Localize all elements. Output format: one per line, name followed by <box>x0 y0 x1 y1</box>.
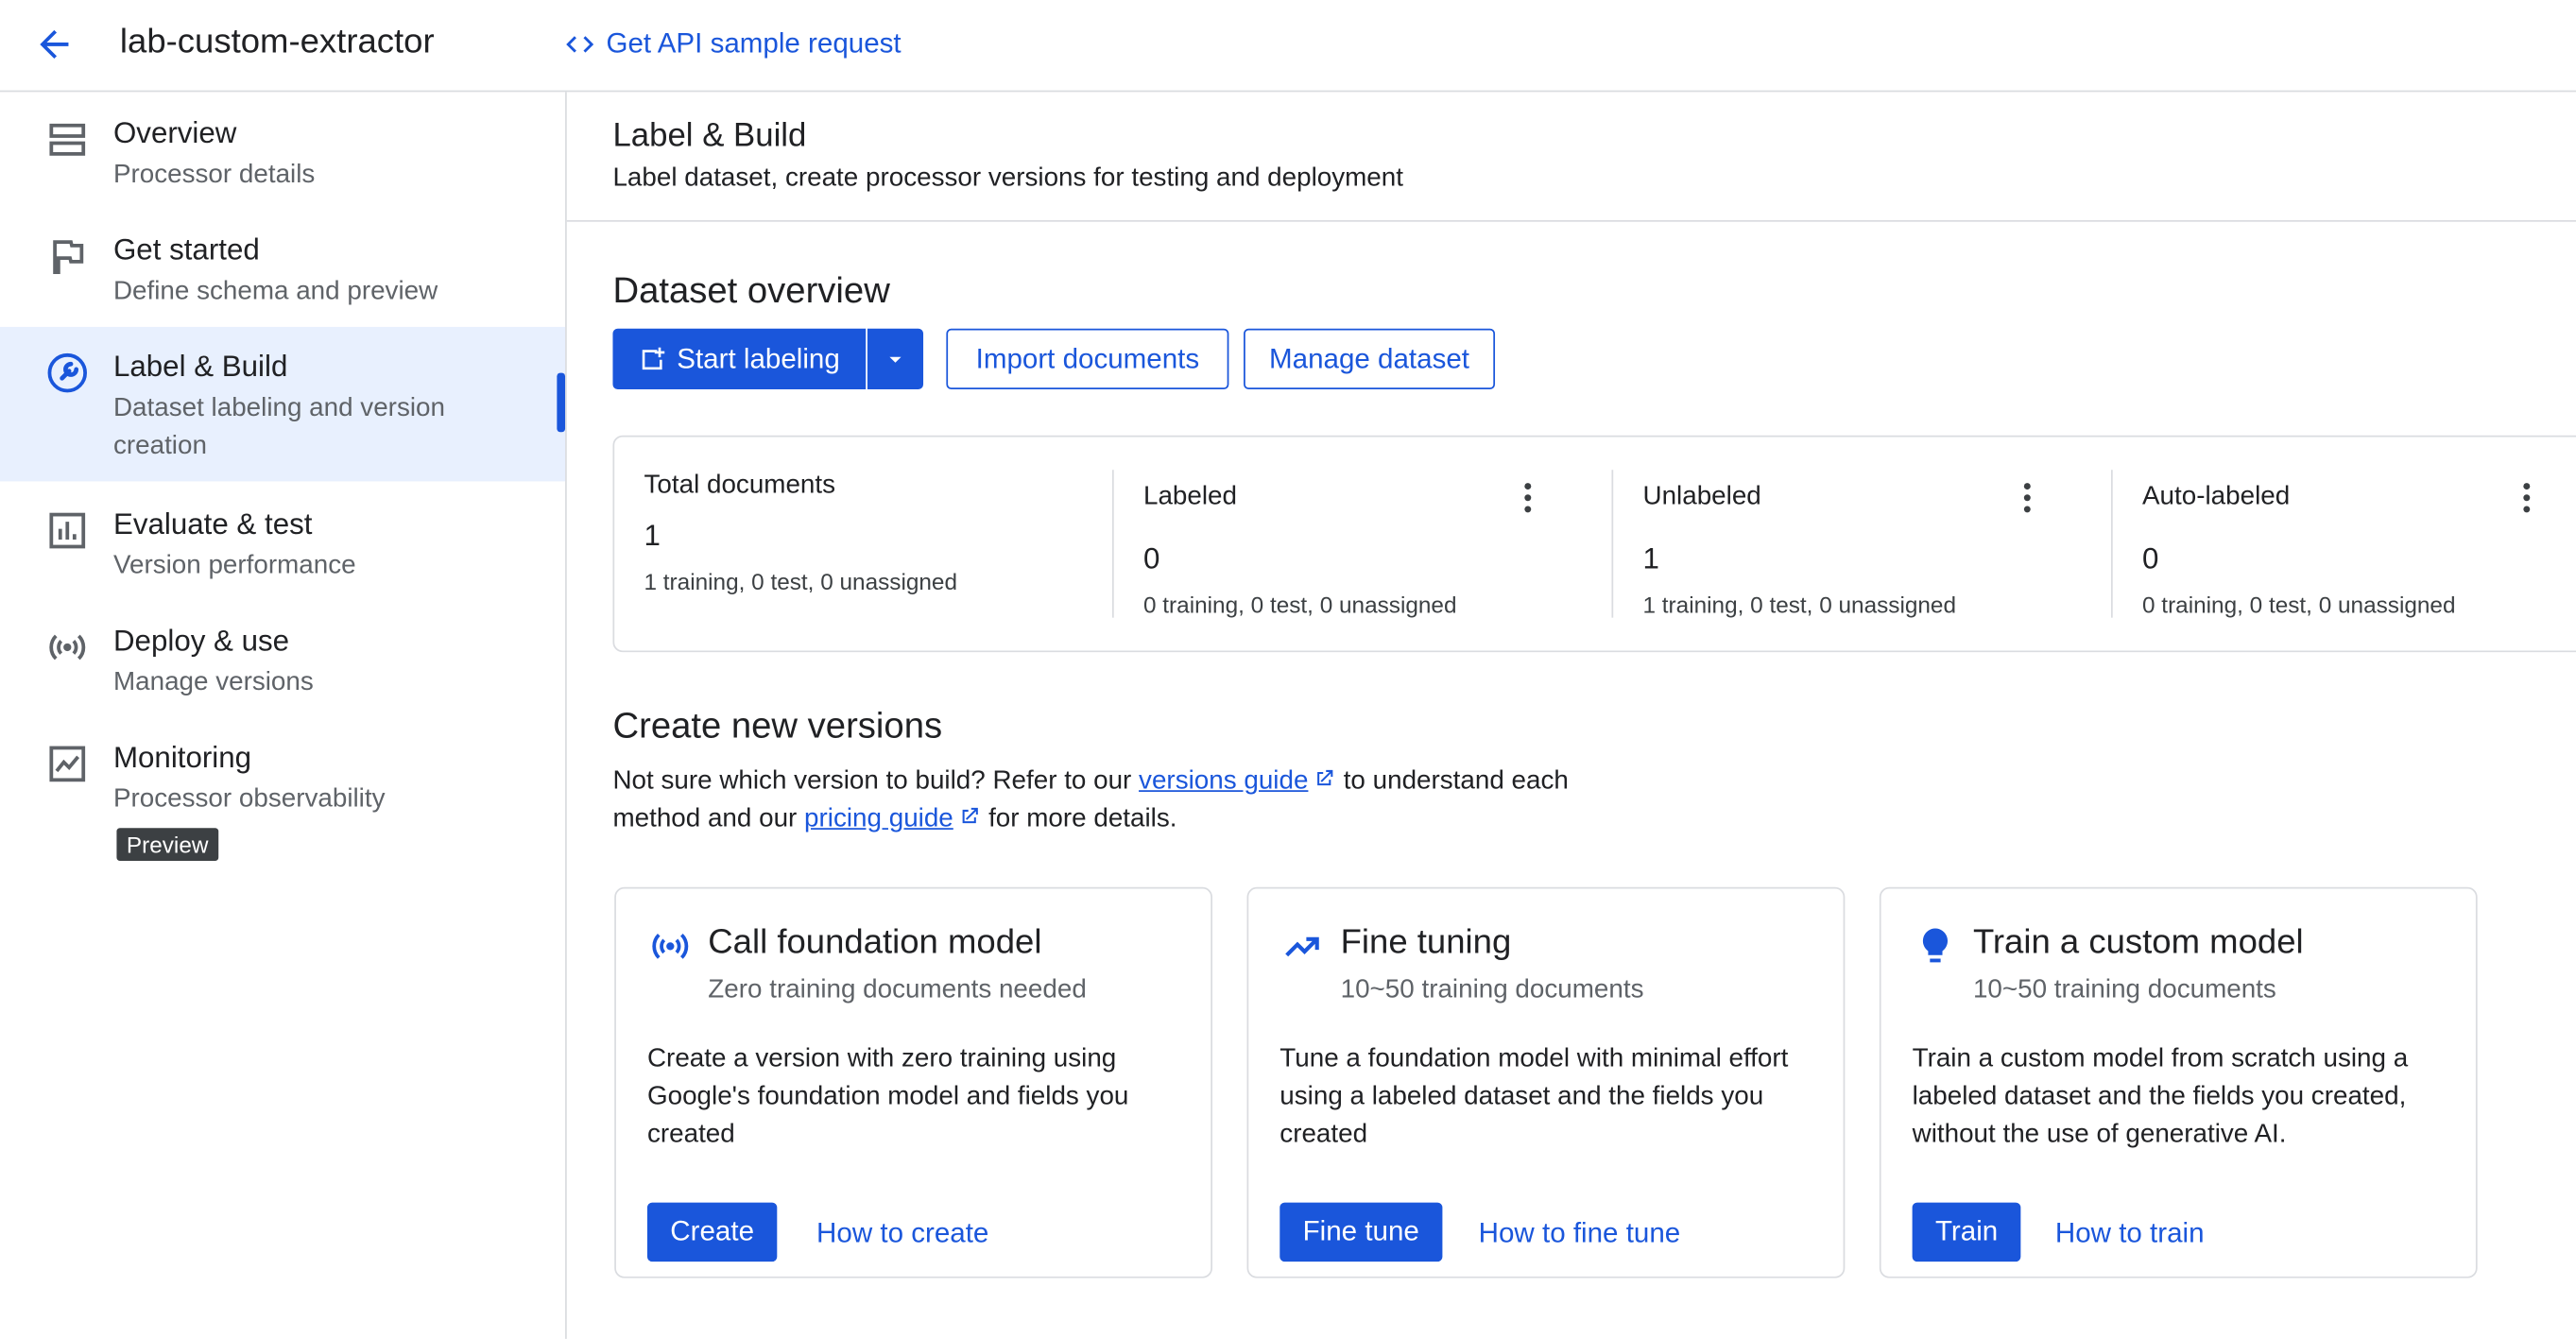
sidebar-item-title: Monitoring <box>112 741 252 774</box>
create-button[interactable]: Create <box>646 1202 778 1262</box>
versions-guide-link[interactable]: versions guide <box>1139 767 1308 796</box>
how-to-create-link[interactable]: How to create <box>816 1217 988 1250</box>
sidebar-item-title: Get started <box>112 232 260 266</box>
sidebar-item-subtitle: Dataset labeling and version creation <box>112 394 445 460</box>
stat-detail: 0 training, 0 test, 0 unassigned <box>2142 591 2456 618</box>
stat-detail: 1 training, 0 test, 0 unassigned <box>1642 591 1957 618</box>
flag-icon <box>53 240 84 275</box>
bar-chart-icon <box>49 512 86 549</box>
sidebar-item-evaluate-test[interactable]: Evaluate & test Version performance <box>0 483 565 598</box>
list-icon <box>49 123 86 156</box>
sidebar-item-subtitle: Define schema and preview <box>112 277 438 306</box>
start-labeling-button[interactable]: Start labeling <box>612 328 867 390</box>
stat-detail: 1 training, 0 test, 0 unassigned <box>644 568 958 595</box>
sidebar-item-deploy-use[interactable]: Deploy & use Manage versions <box>0 600 565 715</box>
sidebar-item-title: Label & Build <box>112 350 288 384</box>
api-link-label: Get API sample request <box>606 27 902 60</box>
preview-badge: Preview <box>116 828 218 861</box>
stat-labeled: Labeled 0 0 training, 0 test, 0 unassign… <box>1114 437 1607 650</box>
card-description: Create a version with zero training usin… <box>646 1044 1129 1149</box>
stat-value: 1 <box>1642 541 1659 575</box>
card-title: Train a custom model <box>1972 923 2304 962</box>
card-subtitle: 10~50 training documents <box>1340 975 1644 1004</box>
stat-auto-labeled: Auto-labeled 0 0 training, 0 test, 0 una… <box>2113 437 2576 650</box>
intro-text: Not sure which version to build? Refer t… <box>612 766 1140 796</box>
pricing-guide-link[interactable]: pricing guide <box>804 805 953 833</box>
sidebar-item-subtitle: Manage versions <box>112 668 314 697</box>
stat-unlabeled: Unlabeled 1 1 training, 0 test, 0 unassi… <box>1613 437 2106 650</box>
stat-value: 0 <box>1142 541 1160 575</box>
card-fine-tuning: Fine tuning 10~50 training documents Tun… <box>1246 886 1846 1279</box>
stat-value: 1 <box>644 519 661 553</box>
stat-total-documents: Total documents 1 1 training, 0 test, 0 … <box>614 437 1108 650</box>
trending-up-icon <box>1285 936 1319 957</box>
stat-detail: 0 training, 0 test, 0 unassigned <box>1142 591 1457 618</box>
lightbulb-icon <box>1922 928 1949 963</box>
fine-tune-button[interactable]: Fine tune <box>1279 1202 1443 1262</box>
sidebar-item-get-started[interactable]: Get started Define schema and preview <box>0 209 565 324</box>
line-chart-icon <box>49 746 86 782</box>
page-title: Label & Build <box>612 118 807 155</box>
api-sample-request-link[interactable]: Get API sample request <box>563 27 902 61</box>
sidebar: Overview Processor details Get started D… <box>0 92 567 1339</box>
more-vert-icon[interactable] <box>2518 481 2534 514</box>
card-subtitle: Zero training documents needed <box>708 975 1087 1004</box>
sidebar-item-title: Deploy & use <box>112 624 290 658</box>
active-indicator <box>557 372 566 433</box>
card-title: Call foundation model <box>708 923 1042 962</box>
sidebar-item-subtitle: Version performance <box>112 552 356 580</box>
open-in-new-icon <box>963 807 979 824</box>
page-header: Label & Build Label dataset, create proc… <box>566 92 2576 222</box>
card-description: Train a custom model from scratch using … <box>1912 1044 2409 1149</box>
arrow-back-icon[interactable] <box>33 23 76 65</box>
code-icon <box>566 36 594 53</box>
top-bar: lab-custom-extractor Get API sample requ… <box>0 0 2576 93</box>
stat-label: Labeled <box>1142 483 1238 511</box>
start-labeling-label: Start labeling <box>677 342 840 374</box>
card-description: Tune a foundation model with minimal eff… <box>1279 1044 1789 1149</box>
how-to-fine-tune-link[interactable]: How to fine tune <box>1479 1217 1681 1250</box>
label-add-icon <box>642 346 665 369</box>
page-subtitle: Label dataset, create processor versions… <box>612 163 1403 193</box>
caret-down-icon <box>889 355 902 362</box>
open-in-new-icon <box>1317 769 1333 786</box>
card-subtitle: 10~50 training documents <box>1972 975 2276 1004</box>
more-vert-icon[interactable] <box>1520 481 1536 514</box>
sidebar-item-title: Evaluate & test <box>112 507 313 541</box>
stat-value: 0 <box>2142 541 2159 575</box>
sidebar-item-subtitle: Processor details <box>112 161 316 189</box>
import-documents-button[interactable]: Import documents <box>946 328 1229 390</box>
sidebar-item-title: Overview <box>112 116 237 150</box>
create-versions-heading: Create new versions <box>612 704 943 747</box>
broadcast-icon <box>49 634 86 661</box>
broadcast-icon <box>652 933 689 959</box>
intro-text: for more details. <box>981 804 1177 833</box>
dataset-overview-heading: Dataset overview <box>612 269 890 311</box>
card-train-custom-model: Train a custom model 10~50 training docu… <box>1879 886 2478 1279</box>
processor-title: lab-custom-extractor <box>119 23 435 61</box>
train-button[interactable]: Train <box>1912 1202 2021 1262</box>
versions-intro: Not sure which version to build? Refer t… <box>612 763 1631 838</box>
card-title: Fine tuning <box>1340 923 1512 962</box>
more-vert-icon[interactable] <box>2019 481 2035 514</box>
stat-label: Total documents <box>644 471 836 500</box>
manage-dataset-button[interactable]: Manage dataset <box>1244 328 1496 390</box>
sidebar-item-label-build[interactable]: Label & Build Dataset labeling and versi… <box>0 326 566 482</box>
stat-label: Unlabeled <box>1642 483 1761 511</box>
card-call-foundation-model: Call foundation model Zero training docu… <box>614 886 1213 1279</box>
wrench-icon <box>47 352 87 393</box>
how-to-train-link[interactable]: How to train <box>2055 1217 2205 1250</box>
dataset-stats-panel: Total documents 1 1 training, 0 test, 0 … <box>612 435 2576 653</box>
start-labeling-dropdown[interactable] <box>867 328 924 390</box>
stat-label: Auto-labeled <box>2142 483 2291 511</box>
sidebar-item-overview[interactable]: Overview Processor details <box>0 92 565 207</box>
sidebar-item-monitoring[interactable]: Monitoring Processor observability Previ… <box>0 716 565 881</box>
sidebar-item-subtitle: Processor observability <box>112 785 386 814</box>
